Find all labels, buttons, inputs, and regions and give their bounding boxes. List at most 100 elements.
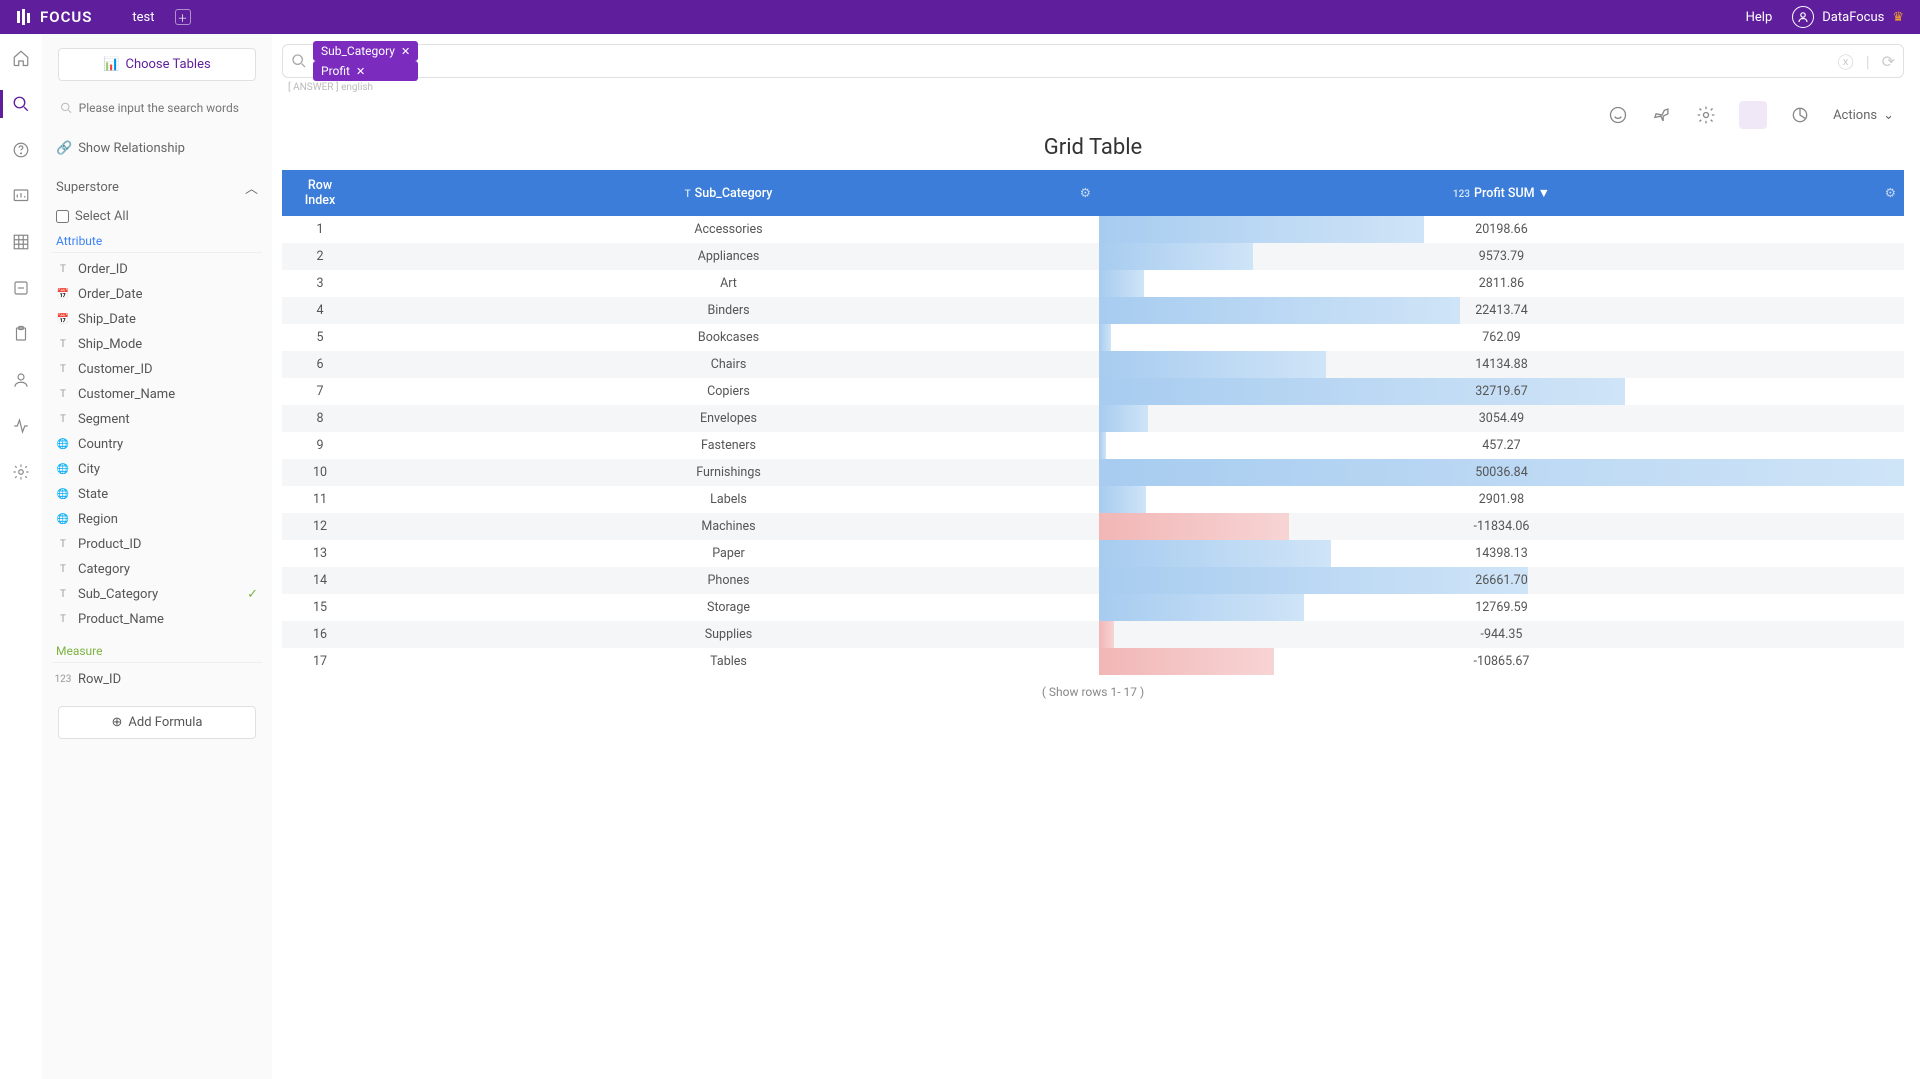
search-icon[interactable] [11,94,31,114]
attr-segment[interactable]: TSegment [52,407,262,432]
table-row[interactable]: 16Supplies-944.35 [282,621,1904,648]
table-row[interactable]: 5Bookcases762.09 [282,324,1904,351]
column-gear-icon[interactable]: ⚙ [1080,185,1091,201]
table-row[interactable]: 12Machines-11834.06 [282,513,1904,540]
help-link[interactable]: Help [1746,10,1773,25]
cell-category: Fasteners [358,432,1099,459]
cell-category: Phones [358,567,1099,594]
attr-customer_name[interactable]: TCustomer_Name [52,382,262,407]
attr-product_id[interactable]: TProduct_ID [52,532,262,557]
attr-customer_id[interactable]: TCustomer_ID [52,357,262,382]
grid-table: Row Index TSub_Category⚙ 123Profit SUM ▼… [282,170,1904,675]
cell-value: 9573.79 [1099,243,1904,270]
remove-pill-icon[interactable]: ✕ [356,65,365,78]
grid-icon[interactable] [11,232,31,252]
cell-category: Labels [358,486,1099,513]
cell-value: 2901.98 [1099,486,1904,513]
attr-category[interactable]: TCategory [52,557,262,582]
column-gear-icon[interactable]: ⚙ [1885,185,1896,201]
cell-index: 10 [282,459,358,486]
chevron-up-icon: ︿ [245,178,258,197]
attr-country[interactable]: 🌐Country [52,432,262,457]
add-tab-button[interactable]: ＋ [175,9,191,25]
dashboard-icon[interactable] [11,186,31,206]
pin-icon[interactable] [1651,104,1673,126]
col-subcategory[interactable]: TSub_Category⚙ [358,170,1099,216]
add-formula-button[interactable]: ⊕ Add Formula [58,706,256,739]
gear-icon[interactable] [11,462,31,482]
show-relationship-toggle[interactable]: 🔗 Show Relationship [52,135,262,162]
user-icon[interactable] [11,370,31,390]
cell-index: 11 [282,486,358,513]
cell-index: 8 [282,405,358,432]
activity-icon[interactable] [11,416,31,436]
actions-dropdown[interactable]: Actions ⌄ [1833,108,1894,123]
table-row[interactable]: 4Binders22413.74 [282,297,1904,324]
attr-order_id[interactable]: TOrder_ID [52,257,262,282]
col-row-index[interactable]: Row Index [282,170,358,216]
plus-icon: ⊕ [112,715,123,730]
cell-category: Tables [358,648,1099,675]
select-all-checkbox[interactable] [56,210,69,223]
attr-order_date[interactable]: 📅Order_Date [52,282,262,307]
attr-ship_date[interactable]: 📅Ship_Date [52,307,262,332]
field-search[interactable] [52,95,262,121]
app-header: FOCUS test ＋ Help DataFocus ♛ [0,0,1920,34]
tab-area: test ＋ [132,9,190,25]
table-row[interactable]: 1Accessories20198.66 [282,216,1904,243]
table-row[interactable]: 7Copiers32719.67 [282,378,1904,405]
table-row[interactable]: 11Labels2901.98 [282,486,1904,513]
cell-value: 14134.88 [1099,351,1904,378]
clipboard-icon[interactable] [11,324,31,344]
remove-pill-icon[interactable]: ✕ [401,45,410,58]
table-row[interactable]: 6Chairs14134.88 [282,351,1904,378]
grid-table-wrap: Row Index TSub_Category⚙ 123Profit SUM ▼… [282,170,1904,1079]
measure-row_id[interactable]: 123Row_ID [52,667,262,692]
cell-index: 3 [282,270,358,297]
field-search-input[interactable] [79,101,254,115]
attr-sub_category[interactable]: TSub_Category✓ [52,582,262,607]
clear-query-icon[interactable]: ⓧ [1838,49,1854,73]
user-badge[interactable]: DataFocus ♛ [1792,6,1904,28]
table-row[interactable]: 14Phones26661.70 [282,567,1904,594]
search-icon [291,53,307,69]
cell-category: Supplies [358,621,1099,648]
view-toolbar: Actions ⌄ [282,97,1904,135]
table-row[interactable]: 15Storage12769.59 [282,594,1904,621]
col-profit-sum[interactable]: 123Profit SUM ▼⚙ [1099,170,1904,216]
cell-index: 14 [282,567,358,594]
home-icon[interactable] [11,48,31,68]
view-title: Grid Table [282,135,1904,160]
table-row[interactable]: 2Appliances9573.79 [282,243,1904,270]
select-all-row[interactable]: Select All [52,203,262,230]
attr-region[interactable]: 🌐Region [52,507,262,532]
cell-category: Machines [358,513,1099,540]
chat-icon[interactable] [1607,104,1629,126]
cell-index: 15 [282,594,358,621]
datasource-header[interactable]: Superstore ︿ [52,172,262,203]
attr-ship_mode[interactable]: TShip_Mode [52,332,262,357]
row-count-footer: ( Show rows 1- 17 ) [282,675,1904,705]
cell-category: Appliances [358,243,1099,270]
table-row[interactable]: 9Fasteners457.27 [282,432,1904,459]
chart-type-icon[interactable] [1789,104,1811,126]
cell-value: 457.27 [1099,432,1904,459]
tab-test[interactable]: test [132,10,154,25]
query-bar[interactable]: Sub_Category✕Profit✕ ⓧ | ⟳ [282,44,1904,78]
cell-index: 4 [282,297,358,324]
query-pill-sub_category[interactable]: Sub_Category✕ [313,41,418,61]
table-row[interactable]: 13Paper14398.13 [282,540,1904,567]
table-row[interactable]: 17Tables-10865.67 [282,648,1904,675]
table-row[interactable]: 3Art2811.86 [282,270,1904,297]
settings-icon[interactable] [1695,104,1717,126]
choose-tables-button[interactable]: 📊 Choose Tables [58,48,256,81]
table-row[interactable]: 8Envelopes3054.49 [282,405,1904,432]
attr-product_name[interactable]: TProduct_Name [52,607,262,632]
question-icon[interactable] [11,140,31,160]
grid-view-icon[interactable] [1739,101,1767,129]
module-icon[interactable] [11,278,31,298]
table-row[interactable]: 10Furnishings50036.84 [282,459,1904,486]
attr-city[interactable]: 🌐City [52,457,262,482]
refresh-icon[interactable]: ⟳ [1882,52,1895,71]
attr-state[interactable]: 🌐State [52,482,262,507]
